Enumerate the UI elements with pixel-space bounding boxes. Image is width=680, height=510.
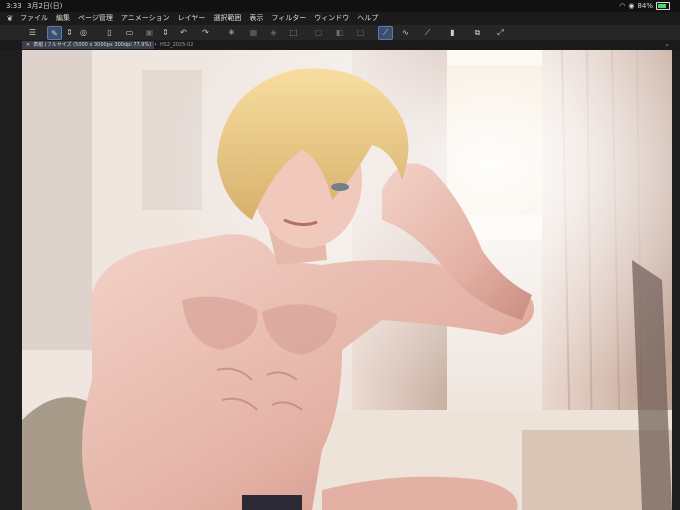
- spinner-icon[interactable]: ✳: [226, 27, 237, 38]
- app-logo-icon[interactable]: ❦: [0, 12, 20, 25]
- simple-mode-icon[interactable]: ✎: [47, 26, 62, 40]
- tab-cover[interactable]: ✕ 表紙 (フルサイズ (5000 x 3000px 300dpi 77.9%): [22, 41, 154, 49]
- status-bar: 3:33 3月2日(日) ◠ ◉ 84%: [0, 0, 680, 12]
- command-bar: ☰ ✎ ⇕ ◎ ▯ ▭ ▣ ⇕ ↶ ↷ ✳ ▦ ◈ ⬚ ▢ ◧ □ ⟋ ∿ ⟋ …: [0, 25, 680, 41]
- menu-page[interactable]: ページ管理: [78, 12, 113, 25]
- grid-icon[interactable]: ▦: [248, 27, 259, 38]
- copy-icon[interactable]: ⧉: [472, 27, 483, 38]
- select-all-icon[interactable]: □: [355, 27, 366, 38]
- layer-fill-icon[interactable]: ◧: [334, 27, 345, 38]
- right-gutter: [672, 50, 680, 510]
- menu-animation[interactable]: アニメーション: [121, 12, 170, 25]
- new-file-icon[interactable]: ▯: [104, 27, 115, 38]
- menu-help[interactable]: ヘルプ: [357, 12, 378, 25]
- menu-filter[interactable]: フィルター: [271, 12, 306, 25]
- open-folder-icon[interactable]: ▭: [124, 27, 135, 38]
- reference-icon[interactable]: ◎: [78, 27, 89, 38]
- hamburger-menu-icon[interactable]: ☰: [27, 27, 38, 38]
- chevron-updown-icon[interactable]: ⇕: [64, 27, 75, 38]
- menu-file[interactable]: ファイル: [20, 12, 48, 25]
- canvas-illustration: [22, 50, 672, 510]
- status-date: 3月2日(日): [27, 2, 63, 10]
- redo-icon[interactable]: ↷: [200, 27, 211, 38]
- wifi-icon: ◠: [619, 2, 626, 10]
- drawing-canvas[interactable]: [22, 50, 672, 510]
- menu-view[interactable]: 表示: [249, 12, 263, 25]
- transform-icon[interactable]: ⬚: [288, 27, 299, 38]
- save-icon[interactable]: ▣: [144, 27, 155, 38]
- close-tab-icon[interactable]: ✕: [26, 42, 30, 48]
- chevron-down-icon[interactable]: ⌄: [664, 40, 670, 48]
- menu-window[interactable]: ウィンドウ: [314, 12, 349, 25]
- undo-icon[interactable]: ↶: [178, 27, 189, 38]
- chevron-updown-icon-2[interactable]: ⇕: [160, 27, 171, 38]
- battery-percent: 84%: [637, 2, 653, 10]
- curve-icon[interactable]: ∿: [400, 27, 411, 38]
- menu-bar: ❦ ファイル 編集 ページ管理 アニメーション レイヤー 選択範囲 表示 フィル…: [0, 12, 680, 25]
- menu-selection[interactable]: 選択範囲: [213, 12, 241, 25]
- menu-edit[interactable]: 編集: [56, 12, 70, 25]
- menu-layer[interactable]: レイヤー: [178, 12, 206, 25]
- device-icon[interactable]: ▮: [447, 27, 458, 38]
- tab-cover-label: 表紙 (フルサイズ (5000 x 3000px 300dpi 77.9%): [33, 42, 152, 48]
- tab-hs2-label: HS2_2025-02: [159, 42, 194, 48]
- battery-icon: [656, 2, 670, 10]
- left-gutter: [0, 50, 22, 510]
- status-right: ◠ ◉ 84%: [619, 0, 670, 12]
- dot-icon: •: [154, 42, 157, 48]
- orientation-lock-icon: ◉: [628, 2, 635, 10]
- perspective-icon[interactable]: ⟋: [422, 27, 433, 38]
- expand-icon[interactable]: ⤢: [495, 27, 506, 38]
- tab-hs2[interactable]: • HS2_2025-02: [150, 41, 197, 49]
- document-tabs: ✕ 表紙 (フルサイズ (5000 x 3000px 300dpi 77.9%) …: [0, 40, 680, 50]
- ruler-icon[interactable]: ⟋: [378, 26, 393, 40]
- clear-icon[interactable]: ▢: [313, 27, 324, 38]
- fill-icon[interactable]: ◈: [268, 27, 279, 38]
- status-time: 3:33: [6, 2, 22, 10]
